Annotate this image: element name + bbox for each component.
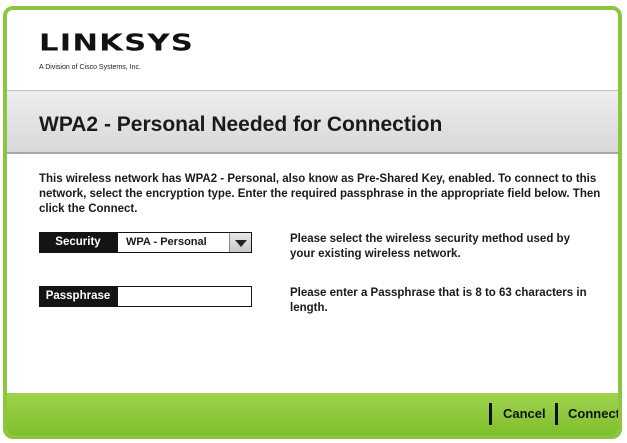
cancel-button[interactable]: Cancel <box>503 405 546 423</box>
passphrase-hint: Please enter a Passphrase that is 8 to 6… <box>290 287 587 314</box>
connect-button[interactable]: Connect <box>568 405 618 423</box>
security-hint: Please select the wireless security meth… <box>290 233 570 260</box>
description-text: This wireless network has WPA2 - Persona… <box>39 172 604 217</box>
passphrase-input[interactable] <box>117 286 252 307</box>
bottom-button-bar: Cancel Connect <box>7 393 618 435</box>
title-band: WPA2 - Personal Needed for Connection <box>7 90 618 154</box>
separator <box>555 403 558 425</box>
logo-tagline: A Division of Cisco Systems, Inc. <box>39 64 141 71</box>
description-connect-word: Connect <box>88 203 135 215</box>
dropdown-arrow-icon[interactable] <box>229 233 251 252</box>
security-label: Security <box>39 232 117 253</box>
registered-mark: ® <box>161 34 167 41</box>
page-title: WPA2 - Personal Needed for Connection <box>39 113 443 136</box>
logo-area: LINKSYS ® A Division of Cisco Systems, I… <box>7 10 618 90</box>
wizard-window: LINKSYS ® A Division of Cisco Systems, I… <box>3 6 622 439</box>
security-selected-value: WPA - Personal <box>126 236 207 248</box>
linksys-logo: LINKSYS <box>39 30 195 57</box>
security-select[interactable]: WPA - Personal <box>117 232 252 253</box>
passphrase-label: Passphrase <box>39 286 117 307</box>
separator <box>489 403 492 425</box>
description-part-2: . <box>134 203 138 215</box>
